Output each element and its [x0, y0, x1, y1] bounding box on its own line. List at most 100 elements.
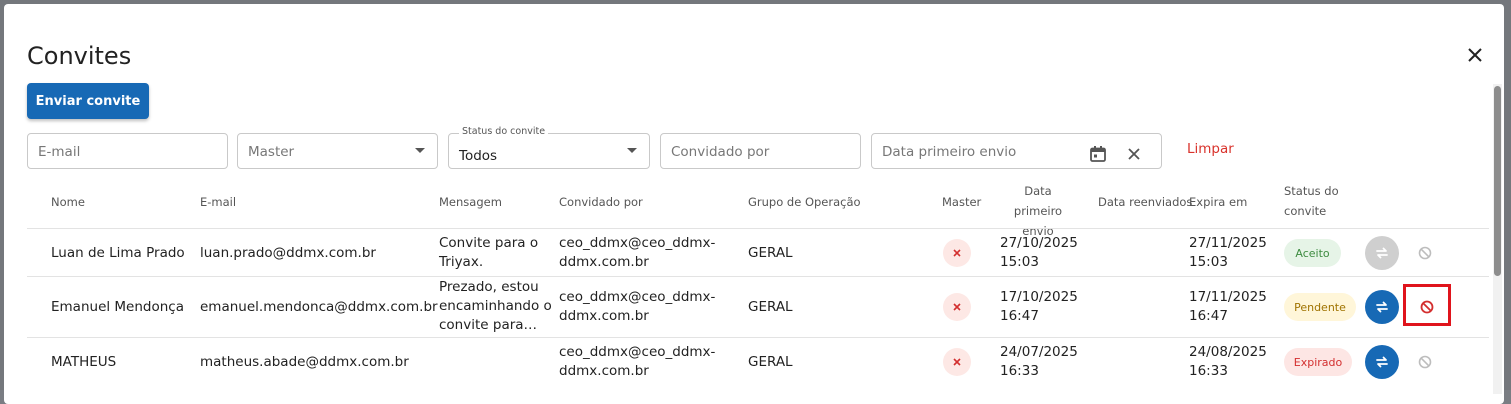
email-filter-field[interactable]: E-mail: [27, 133, 228, 169]
row-first-send-date: 27/10/2025: [1000, 235, 1078, 251]
status-filter-label: Status do convite: [459, 126, 549, 137]
close-icon: [953, 358, 961, 366]
column-header-email: E-mail: [200, 195, 237, 209]
row-invited-by: ceo_ddmx@ceo_ddmx- ddmx.com.br: [559, 343, 715, 381]
row-email: emanuel.mendonca@ddmx.com.br: [200, 299, 438, 315]
row-message-line: Convite para o: [439, 235, 539, 251]
invited-by-filter-placeholder: Convidado por: [671, 144, 770, 160]
column-header-master: Master: [942, 195, 982, 209]
master-filter-select[interactable]: Master: [237, 133, 438, 169]
row-message-line: encaminhando o: [439, 298, 552, 314]
row-invited-by-line: ceo_ddmx@ceo_ddmx-: [559, 235, 716, 251]
row-expires-time: 16:47: [1189, 308, 1228, 324]
row-expires-date: 24/08/2025: [1189, 344, 1267, 360]
cancel-invite-button: [1414, 351, 1436, 373]
chevron-down-icon: [627, 148, 637, 153]
row-invited-by-line: ceo_ddmx@ceo_ddmx-: [559, 289, 716, 305]
status-badge: Expirado: [1284, 348, 1352, 376]
row-first-send: 27/10/2025 15:03: [1000, 234, 1078, 272]
row-name: Emanuel Mendonça: [51, 299, 185, 315]
column-header-name: Nome: [51, 195, 85, 209]
row-email: luan.prado@ddmx.com.br: [200, 245, 376, 261]
close-icon: [1468, 48, 1482, 62]
row-first-send-time: 15:03: [1000, 254, 1039, 270]
row-invited-by: ceo_ddmx@ceo_ddmx- ddmx.com.br: [559, 288, 715, 326]
master-no-badge: [943, 293, 971, 321]
invited-by-filter-field[interactable]: Convidado por: [660, 133, 861, 169]
row-invited-by-line: ddmx.com.br: [559, 254, 649, 270]
column-header-invited-by: Convidado por: [559, 195, 643, 209]
row-expires-time: 16:33: [1189, 363, 1228, 379]
row-message-line: Triyax.: [439, 254, 484, 270]
row-expires: 24/08/2025 16:33: [1189, 343, 1267, 381]
clear-filters-link[interactable]: Limpar: [1187, 141, 1234, 157]
invites-dialog: Convites Enviar convite E-mail Master St…: [4, 4, 1504, 404]
column-header-resent: Data reenviados: [1098, 195, 1193, 209]
row-message: Prezado, estou encaminhando o convite pa…: [439, 278, 552, 335]
row-group: GERAL: [748, 245, 793, 261]
row-name: Luan de Lima Prado: [51, 245, 185, 261]
send-invite-button[interactable]: Enviar convite: [27, 83, 149, 119]
row-first-send: 17/10/2025 16:47: [1000, 288, 1078, 326]
row-expires-date: 17/11/2025: [1189, 289, 1267, 305]
row-email: matheus.abade@ddmx.com.br: [200, 354, 409, 370]
cancel-invite-button: [1414, 242, 1436, 264]
row-expires: 17/11/2025 16:47: [1189, 288, 1267, 326]
row-expires: 27/11/2025 15:03: [1189, 234, 1267, 272]
row-first-send-time: 16:33: [1000, 363, 1039, 379]
row-first-send-date: 17/10/2025: [1000, 289, 1078, 305]
header-divider: [27, 228, 1489, 229]
block-icon: [1420, 300, 1434, 314]
row-message-line: Prezado, estou: [439, 279, 539, 295]
resend-button[interactable]: [1365, 345, 1399, 379]
cancel-invite-button[interactable]: [1416, 296, 1438, 318]
row-divider: [27, 337, 1489, 338]
master-no-badge: [943, 239, 971, 267]
clear-date-icon[interactable]: [1126, 146, 1142, 162]
row-first-send: 24/07/2025 16:33: [1000, 343, 1078, 381]
master-no-badge: [943, 348, 971, 376]
status-filter-value: Todos: [459, 148, 498, 164]
row-name: MATHEUS: [51, 354, 117, 370]
email-filter-placeholder: E-mail: [38, 144, 81, 160]
row-expires-date: 27/11/2025: [1189, 235, 1267, 251]
column-header-first-send-line1: Data primeiro: [1013, 184, 1063, 218]
resend-button: [1365, 236, 1399, 270]
row-first-send-date: 24/07/2025: [1000, 344, 1078, 360]
status-badge: Aceito: [1284, 239, 1341, 267]
block-icon: [1418, 246, 1432, 260]
row-expires-time: 15:03: [1189, 254, 1228, 270]
block-icon: [1418, 355, 1432, 369]
dialog-title: Convites: [27, 42, 132, 70]
row-first-send-time: 16:47: [1000, 308, 1039, 324]
column-header-message: Mensagem: [439, 195, 502, 209]
refresh-icon: [1376, 247, 1388, 259]
close-button[interactable]: [1462, 42, 1488, 68]
column-header-expires: Expira em: [1189, 195, 1248, 209]
column-header-status-line1: Status do: [1284, 184, 1339, 198]
resend-button[interactable]: [1365, 290, 1399, 324]
scrollbar-thumb[interactable]: [1494, 86, 1501, 276]
row-divider: [27, 276, 1489, 277]
column-header-group: Grupo de Operação: [748, 195, 861, 209]
row-group: GERAL: [748, 354, 793, 370]
first-send-date-filter[interactable]: Data primeiro envio: [871, 133, 1162, 169]
row-group: GERAL: [748, 299, 793, 315]
row-invited-by: ceo_ddmx@ceo_ddmx- ddmx.com.br: [559, 234, 715, 272]
status-badge: Pendente: [1284, 293, 1356, 321]
status-filter-select[interactable]: Status do convite Todos: [448, 126, 650, 169]
column-header-first-send: Data primeiro envio: [1000, 181, 1076, 241]
first-send-date-placeholder: Data primeiro envio: [882, 144, 1017, 160]
close-icon: [953, 303, 961, 311]
refresh-icon: [1376, 301, 1388, 313]
row-message-line: convite para…: [439, 317, 538, 333]
calendar-icon[interactable]: [1089, 145, 1107, 163]
row-invited-by-line: ddmx.com.br: [559, 363, 649, 379]
column-header-status: Status do convite: [1284, 181, 1339, 221]
row-invited-by-line: ddmx.com.br: [559, 308, 649, 324]
chevron-down-icon: [415, 148, 425, 153]
column-header-status-line2: convite: [1284, 204, 1327, 218]
close-icon: [953, 249, 961, 257]
row-message: Convite para o Triyax.: [439, 234, 538, 272]
master-filter-placeholder: Master: [248, 144, 295, 160]
